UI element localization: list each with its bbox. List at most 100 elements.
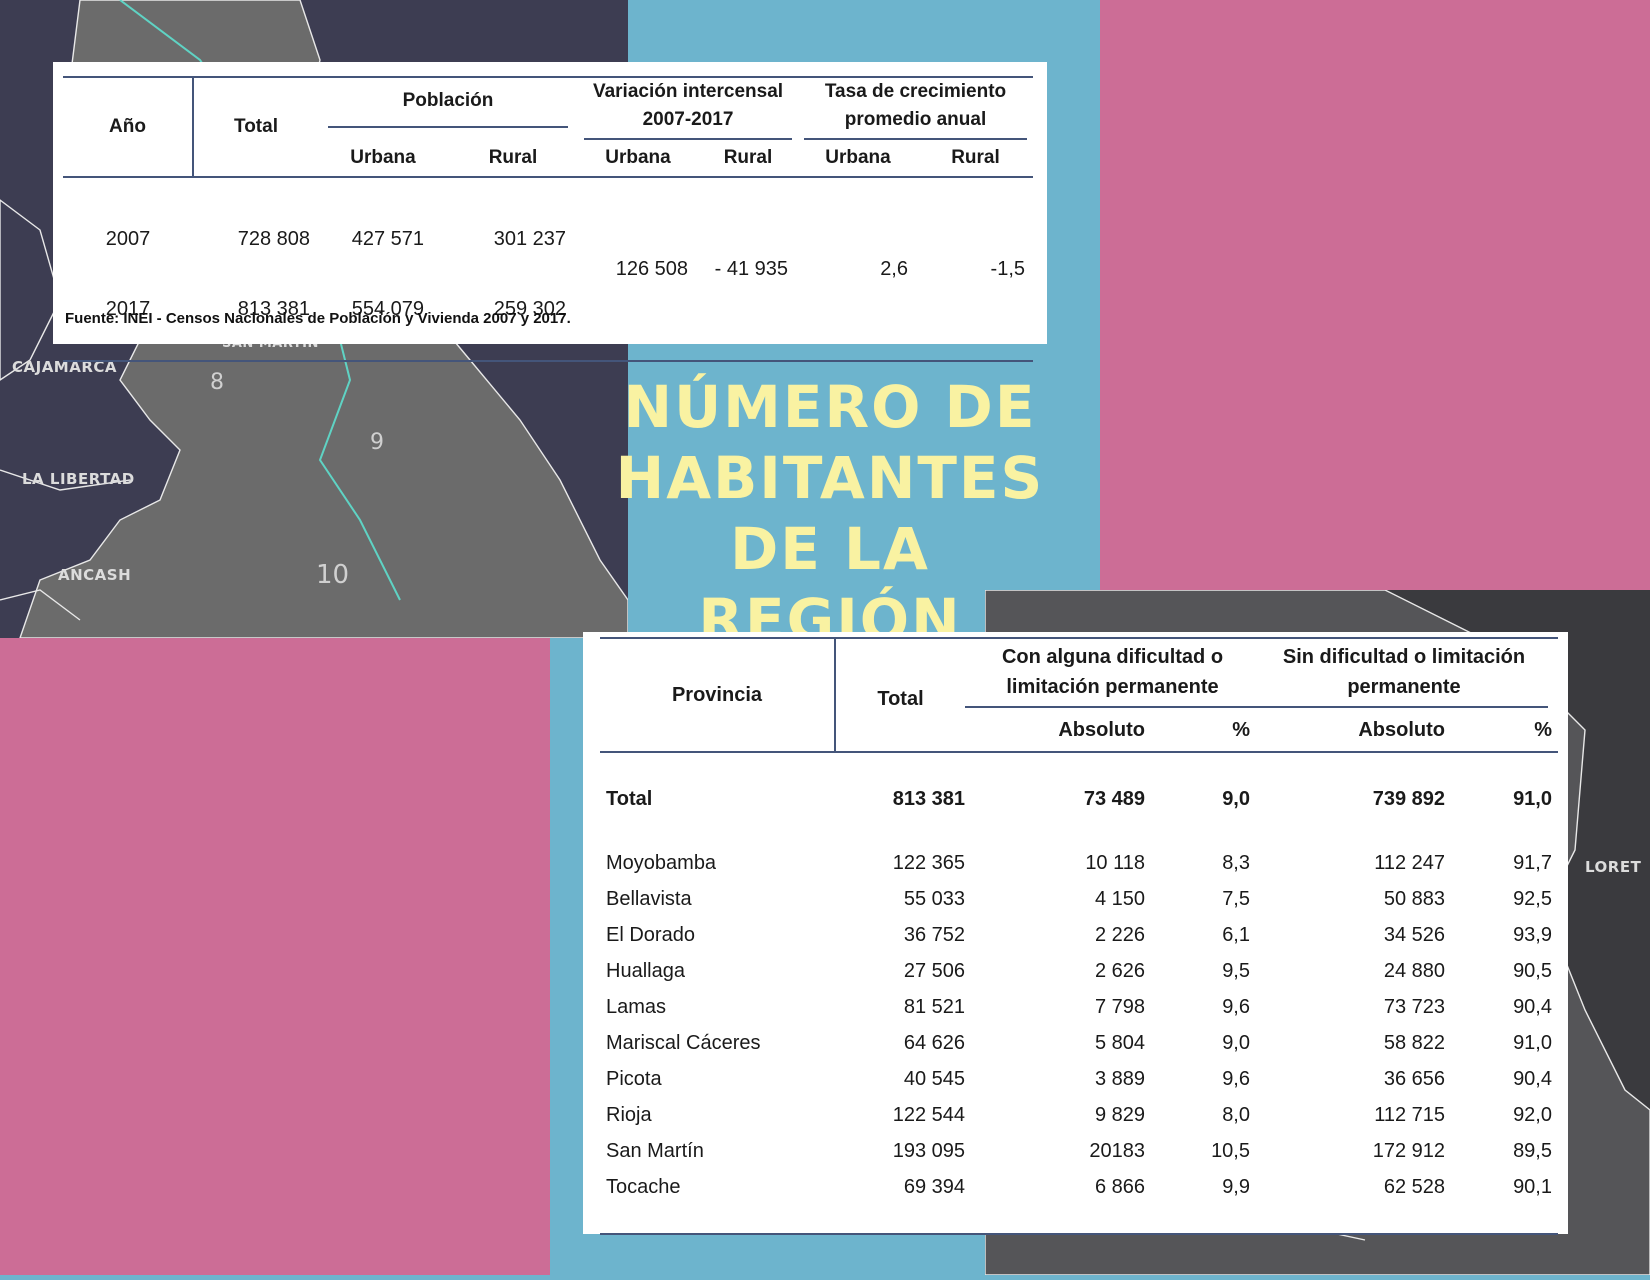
- col-header-pob-urbana: Urbana: [350, 147, 416, 168]
- table-row: Moyobamba 122 365 10 118 8,3 112 247 91,7: [600, 845, 1558, 881]
- cell-con-pct: 8,0: [1222, 1103, 1250, 1126]
- col-header-poblacion: Población: [328, 90, 568, 128]
- cell-con-pct: 9,0: [1222, 1031, 1250, 1054]
- cell-con-pct: 9,0: [1222, 787, 1250, 810]
- disability-table-card: Provincia Total Con alguna dificultad o …: [583, 632, 1568, 1234]
- cell-total: 122 544: [892, 1103, 965, 1126]
- cell-variacion-urbana: 126 508: [615, 257, 688, 280]
- cell-total: 122 365: [892, 851, 965, 874]
- cell-con-abs: 9 829: [1094, 1103, 1145, 1126]
- cell-total: 728 808: [237, 227, 310, 250]
- col-header-sin-dificultad: Sin dificultad o limitación permanente: [1260, 642, 1548, 708]
- col-header-pob-rural: Rural: [488, 147, 538, 168]
- cell-con-pct: 10,5: [1211, 1139, 1250, 1162]
- col-header-sin-absoluto: Absoluto: [1358, 719, 1445, 742]
- cell-provincia: Tocache: [606, 1175, 681, 1198]
- cell-total: 69 394: [903, 1175, 965, 1198]
- cell-sin-pct: 92,5: [1513, 887, 1552, 910]
- col-header-con-absoluto: Absoluto: [1058, 719, 1145, 742]
- cell-sin-abs: 739 892: [1372, 787, 1445, 810]
- cell-total: 813 381: [892, 787, 965, 810]
- cell-sin-abs: 50 883: [1383, 887, 1445, 910]
- table-bottom-rule: [600, 1205, 1558, 1234]
- col-header-sin-pct: %: [1534, 719, 1552, 742]
- table-row: San Martín 193 095 20183 10,5 172 912 89,5: [600, 1133, 1558, 1169]
- cell-con-abs: 2 226: [1094, 923, 1145, 946]
- col-header-total: Total: [234, 116, 278, 137]
- cell-anio: 2007: [105, 227, 151, 250]
- cell-con-pct: 9,9: [1222, 1175, 1250, 1198]
- cell-con-pct: 9,5: [1222, 959, 1250, 982]
- table-row-2007: 2007 728 808 427 571 301 237 126 508 - 4…: [63, 177, 1033, 280]
- col-header-tasa-urbana: Urbana: [825, 147, 891, 168]
- map-label-ancash: ANCASH: [58, 566, 132, 584]
- cell-sin-abs: 58 822: [1383, 1031, 1445, 1054]
- pink-panel-top-right: [1100, 0, 1650, 590]
- cell-sin-abs: 172 912: [1372, 1139, 1445, 1162]
- cell-sin-pct: 93,9: [1513, 923, 1552, 946]
- population-table-card: Año Total Población Variación intercensa…: [53, 62, 1047, 361]
- cell-total: 40 545: [903, 1067, 965, 1090]
- cell-con-pct: 6,1: [1222, 923, 1250, 946]
- table-row: Tocache 69 394 6 866 9,9 62 528 90,1: [600, 1169, 1558, 1205]
- cell-con-abs: 6 866: [1094, 1175, 1145, 1198]
- cell-provincia: Bellavista: [606, 887, 692, 910]
- table-source-note: Fuente: INEI - Censos Nacionales de Pobl…: [65, 310, 571, 327]
- cell-tasa-urbana: 2,6: [880, 257, 908, 280]
- disability-table: Provincia Total Con alguna dificultad o …: [600, 637, 1558, 1235]
- cell-total: 193 095: [892, 1139, 965, 1162]
- cell-con-pct: 7,5: [1222, 887, 1250, 910]
- cell-sin-pct: 91,0: [1513, 1031, 1552, 1054]
- cell-con-abs: 4 150: [1094, 887, 1145, 910]
- col-header-tasa-rural: Rural: [951, 147, 1000, 168]
- cell-con-abs: 73 489: [1083, 787, 1145, 810]
- cell-con-abs: 7 798: [1094, 995, 1145, 1018]
- col-header-anio: Año: [63, 77, 194, 177]
- cell-provincia: Lamas: [606, 995, 667, 1018]
- cell-con-pct: 9,6: [1222, 995, 1250, 1018]
- table-row: El Dorado 36 752 2 226 6,1 34 526 93,9: [600, 917, 1558, 953]
- table-row: Huallaga 27 506 2 626 9,5 24 880 90,5: [600, 953, 1558, 989]
- cell-con-pct: 8,3: [1222, 851, 1250, 874]
- cell-provincia: San Martín: [606, 1139, 704, 1162]
- page-title: NÚMERO DE HABITANTES DE LA REGIÓN: [615, 373, 1045, 654]
- cell-total: 55 033: [903, 887, 965, 910]
- map-label-la-libertad: LA LIBERTAD: [22, 470, 135, 488]
- map-number-10: 10: [316, 560, 350, 590]
- cell-sin-abs: 73 723: [1383, 995, 1445, 1018]
- cell-provincia: Huallaga: [606, 959, 685, 982]
- cell-sin-abs: 112 247: [1374, 851, 1445, 874]
- table-row: Rioja 122 544 9 829 8,0 112 715 92,0: [600, 1097, 1558, 1133]
- cell-sin-pct: 90,4: [1513, 995, 1552, 1018]
- cell-sin-abs: 34 526: [1383, 923, 1445, 946]
- map-number-9: 9: [370, 430, 384, 455]
- table-row: Lamas 81 521 7 798 9,6 73 723 90,4: [600, 989, 1558, 1025]
- cell-sin-pct: 90,5: [1513, 959, 1552, 982]
- cell-provincia: Picota: [606, 1067, 662, 1090]
- cell-total: 81 521: [903, 995, 965, 1018]
- table-row-total: Total 813 381 73 489 9,0 739 892 91,0: [600, 752, 1558, 845]
- cell-urbana: 427 571: [351, 227, 424, 250]
- col-header-variacion: Variación intercensal 2007-2017: [584, 78, 792, 140]
- cell-con-abs: 20183: [1089, 1139, 1145, 1162]
- col-header-tasa: Tasa de crecimiento promedio anual: [804, 78, 1027, 140]
- cell-sin-abs: 62 528: [1383, 1175, 1445, 1198]
- cell-con-pct: 9,6: [1222, 1067, 1250, 1090]
- col-header-var-rural: Rural: [723, 147, 773, 168]
- table-row: Picota 40 545 3 889 9,6 36 656 90,4: [600, 1061, 1558, 1097]
- map-label-loreto: LORET: [1585, 858, 1642, 876]
- cell-sin-pct: 91,7: [1513, 851, 1552, 874]
- cell-sin-abs: 24 880: [1383, 959, 1445, 982]
- table-row: Mariscal Cáceres 64 626 5 804 9,0 58 822 91,0: [600, 1025, 1558, 1061]
- cell-sin-pct: 92,0: [1513, 1103, 1552, 1126]
- cell-sin-pct: 91,0: [1513, 787, 1552, 810]
- col-header-total: Total: [877, 687, 924, 710]
- cell-tasa-rural: -1,5: [990, 257, 1025, 280]
- col-header-var-urbana: Urbana: [605, 147, 671, 168]
- table-row: Bellavista 55 033 4 150 7,5 50 883 92,5: [600, 881, 1558, 917]
- col-header-con-pct: %: [1232, 719, 1250, 742]
- pink-panel-bottom-left: [0, 638, 550, 1275]
- cell-provincia: Rioja: [606, 1103, 652, 1126]
- col-header-con-dificultad: Con alguna dificultad o limitación perma…: [965, 642, 1260, 708]
- cell-con-abs: 10 118: [1085, 851, 1145, 874]
